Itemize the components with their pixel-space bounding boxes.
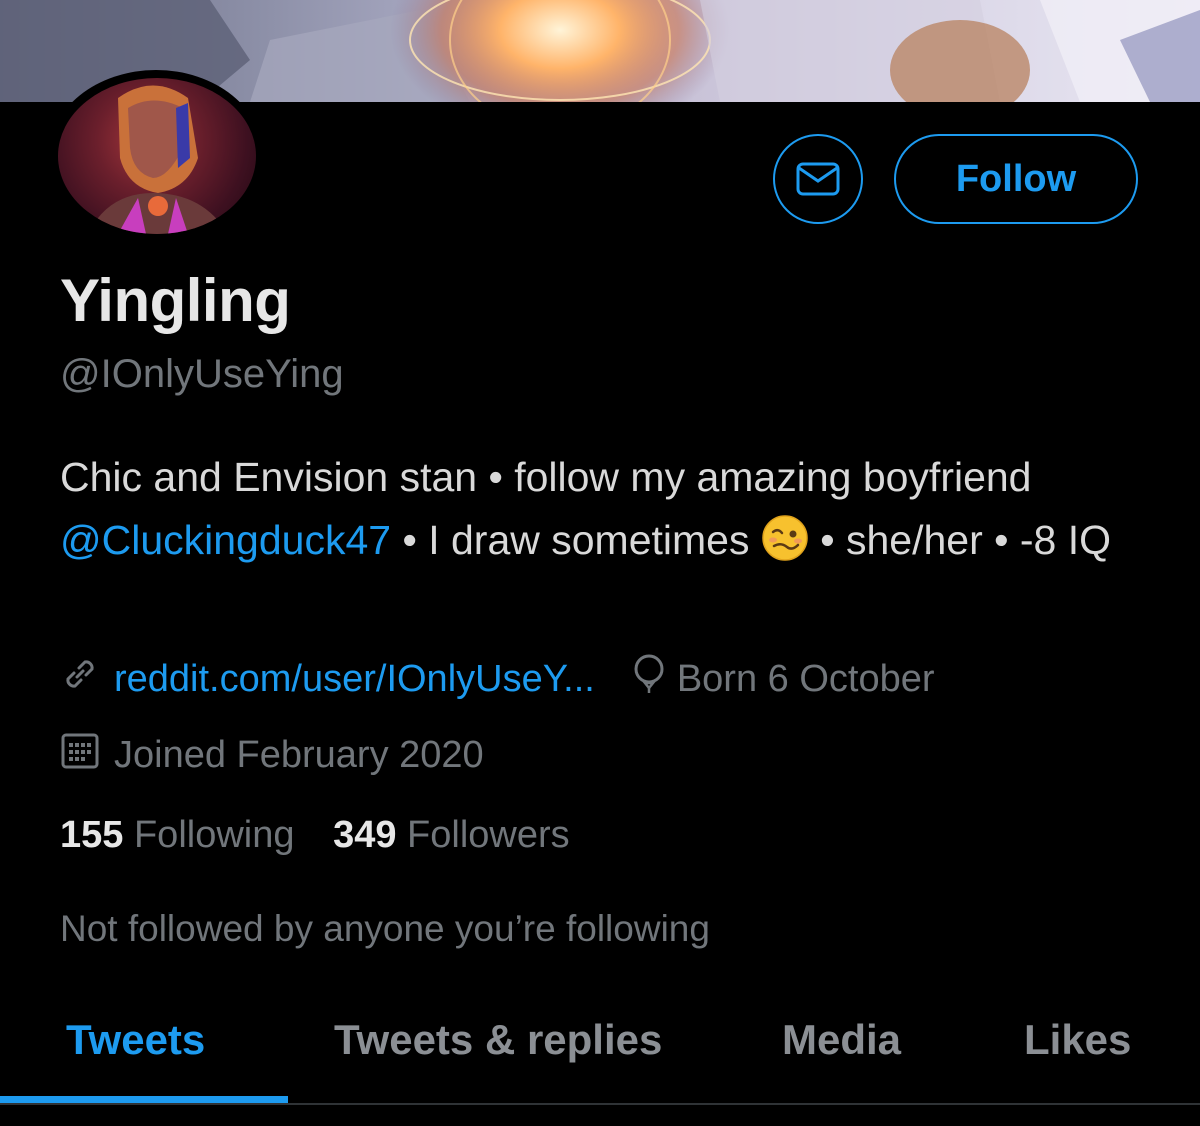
calendar-icon [60, 730, 100, 780]
bio-text: • I draw sometimes [391, 517, 761, 563]
followers-count: 349 [333, 814, 397, 856]
bio-text: • she/her • -8 IQ [808, 517, 1112, 563]
user-handle: @IOnlyUseYing [60, 352, 344, 396]
profile-bio: Chic and Envision stan • follow my amazi… [60, 446, 1160, 572]
following-label: Following [133, 814, 295, 856]
link-icon [60, 654, 100, 704]
avatar[interactable] [58, 78, 256, 234]
followers-label: Followers [407, 814, 570, 856]
balloon-icon [633, 654, 665, 704]
tabs-divider [0, 1103, 1200, 1105]
bio-text: Chic and Envision stan • follow my amazi… [60, 454, 1032, 500]
website-link[interactable]: reddit.com/user/IOnlyUseY... [114, 658, 595, 701]
follow-stats: 155 Following 349 Followers [60, 814, 570, 857]
woozy-face-emoji [761, 514, 809, 562]
tab-tweets-and-replies[interactable]: Tweets & replies [334, 1016, 662, 1064]
follow-button[interactable]: Follow [894, 134, 1138, 224]
tab-likes[interactable]: Likes [1024, 1016, 1131, 1064]
profile-meta-row-1: reddit.com/user/IOnlyUseY... Born 6 Octo… [60, 654, 935, 704]
bio-mention-link[interactable]: @Cluckingduck47 [60, 517, 391, 563]
following-count: 155 [60, 814, 124, 856]
profile-meta-row-2: Joined February 2020 [60, 730, 484, 780]
followed-by-note: Not followed by anyone you’re following [60, 908, 710, 949]
avatar-portrait [88, 85, 228, 234]
active-tab-indicator [0, 1096, 288, 1103]
followers-stat[interactable]: 349 Followers [333, 814, 570, 856]
message-button[interactable] [773, 134, 863, 224]
display-name: Yingling [60, 267, 291, 334]
birthday-text: Born 6 October [676, 657, 935, 700]
envelope-icon [796, 162, 840, 196]
following-stat[interactable]: 155 Following [60, 814, 295, 856]
joined-date-text: Joined February 2020 [114, 733, 484, 776]
tab-tweets[interactable]: Tweets [66, 1016, 205, 1064]
tab-media[interactable]: Media [782, 1016, 901, 1064]
